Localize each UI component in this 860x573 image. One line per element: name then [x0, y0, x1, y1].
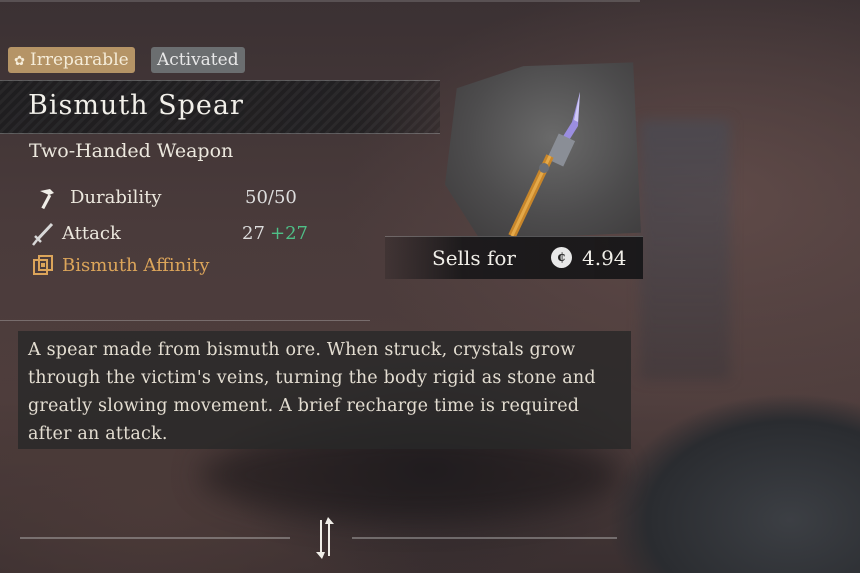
durability-value: 50/50: [245, 187, 297, 208]
swap-icon[interactable]: [311, 516, 341, 560]
activated-badge: Activated: [151, 47, 245, 73]
bottom-divider-left: [20, 537, 290, 539]
attack-value: 27: [242, 223, 265, 244]
durability-label: Durability: [70, 187, 162, 208]
affinity-icon: [33, 255, 53, 275]
spear-image: [508, 92, 580, 238]
item-type: Two-Handed Weapon: [29, 140, 234, 162]
sword-icon: [32, 222, 54, 246]
item-name: Bismuth Spear: [28, 90, 244, 121]
gear-icon: ✿: [14, 54, 25, 69]
background-rock: [640, 120, 730, 380]
item-description: A spear made from bismuth ore. When stru…: [28, 340, 596, 444]
sell-value: 4.94: [582, 246, 627, 270]
attack-label: Attack: [62, 223, 121, 244]
bottom-divider-right: [352, 537, 617, 539]
top-divider: [0, 0, 640, 2]
hammer-icon: [40, 189, 54, 210]
sell-label: Sells for: [432, 246, 516, 270]
attack-bonus: +27: [270, 223, 308, 244]
irreparable-badge: ✿ Irreparable: [8, 47, 135, 73]
coin-icon: ¢: [551, 247, 572, 268]
affinity-label: Bismuth Affinity: [62, 255, 210, 276]
section-divider: [0, 320, 370, 321]
